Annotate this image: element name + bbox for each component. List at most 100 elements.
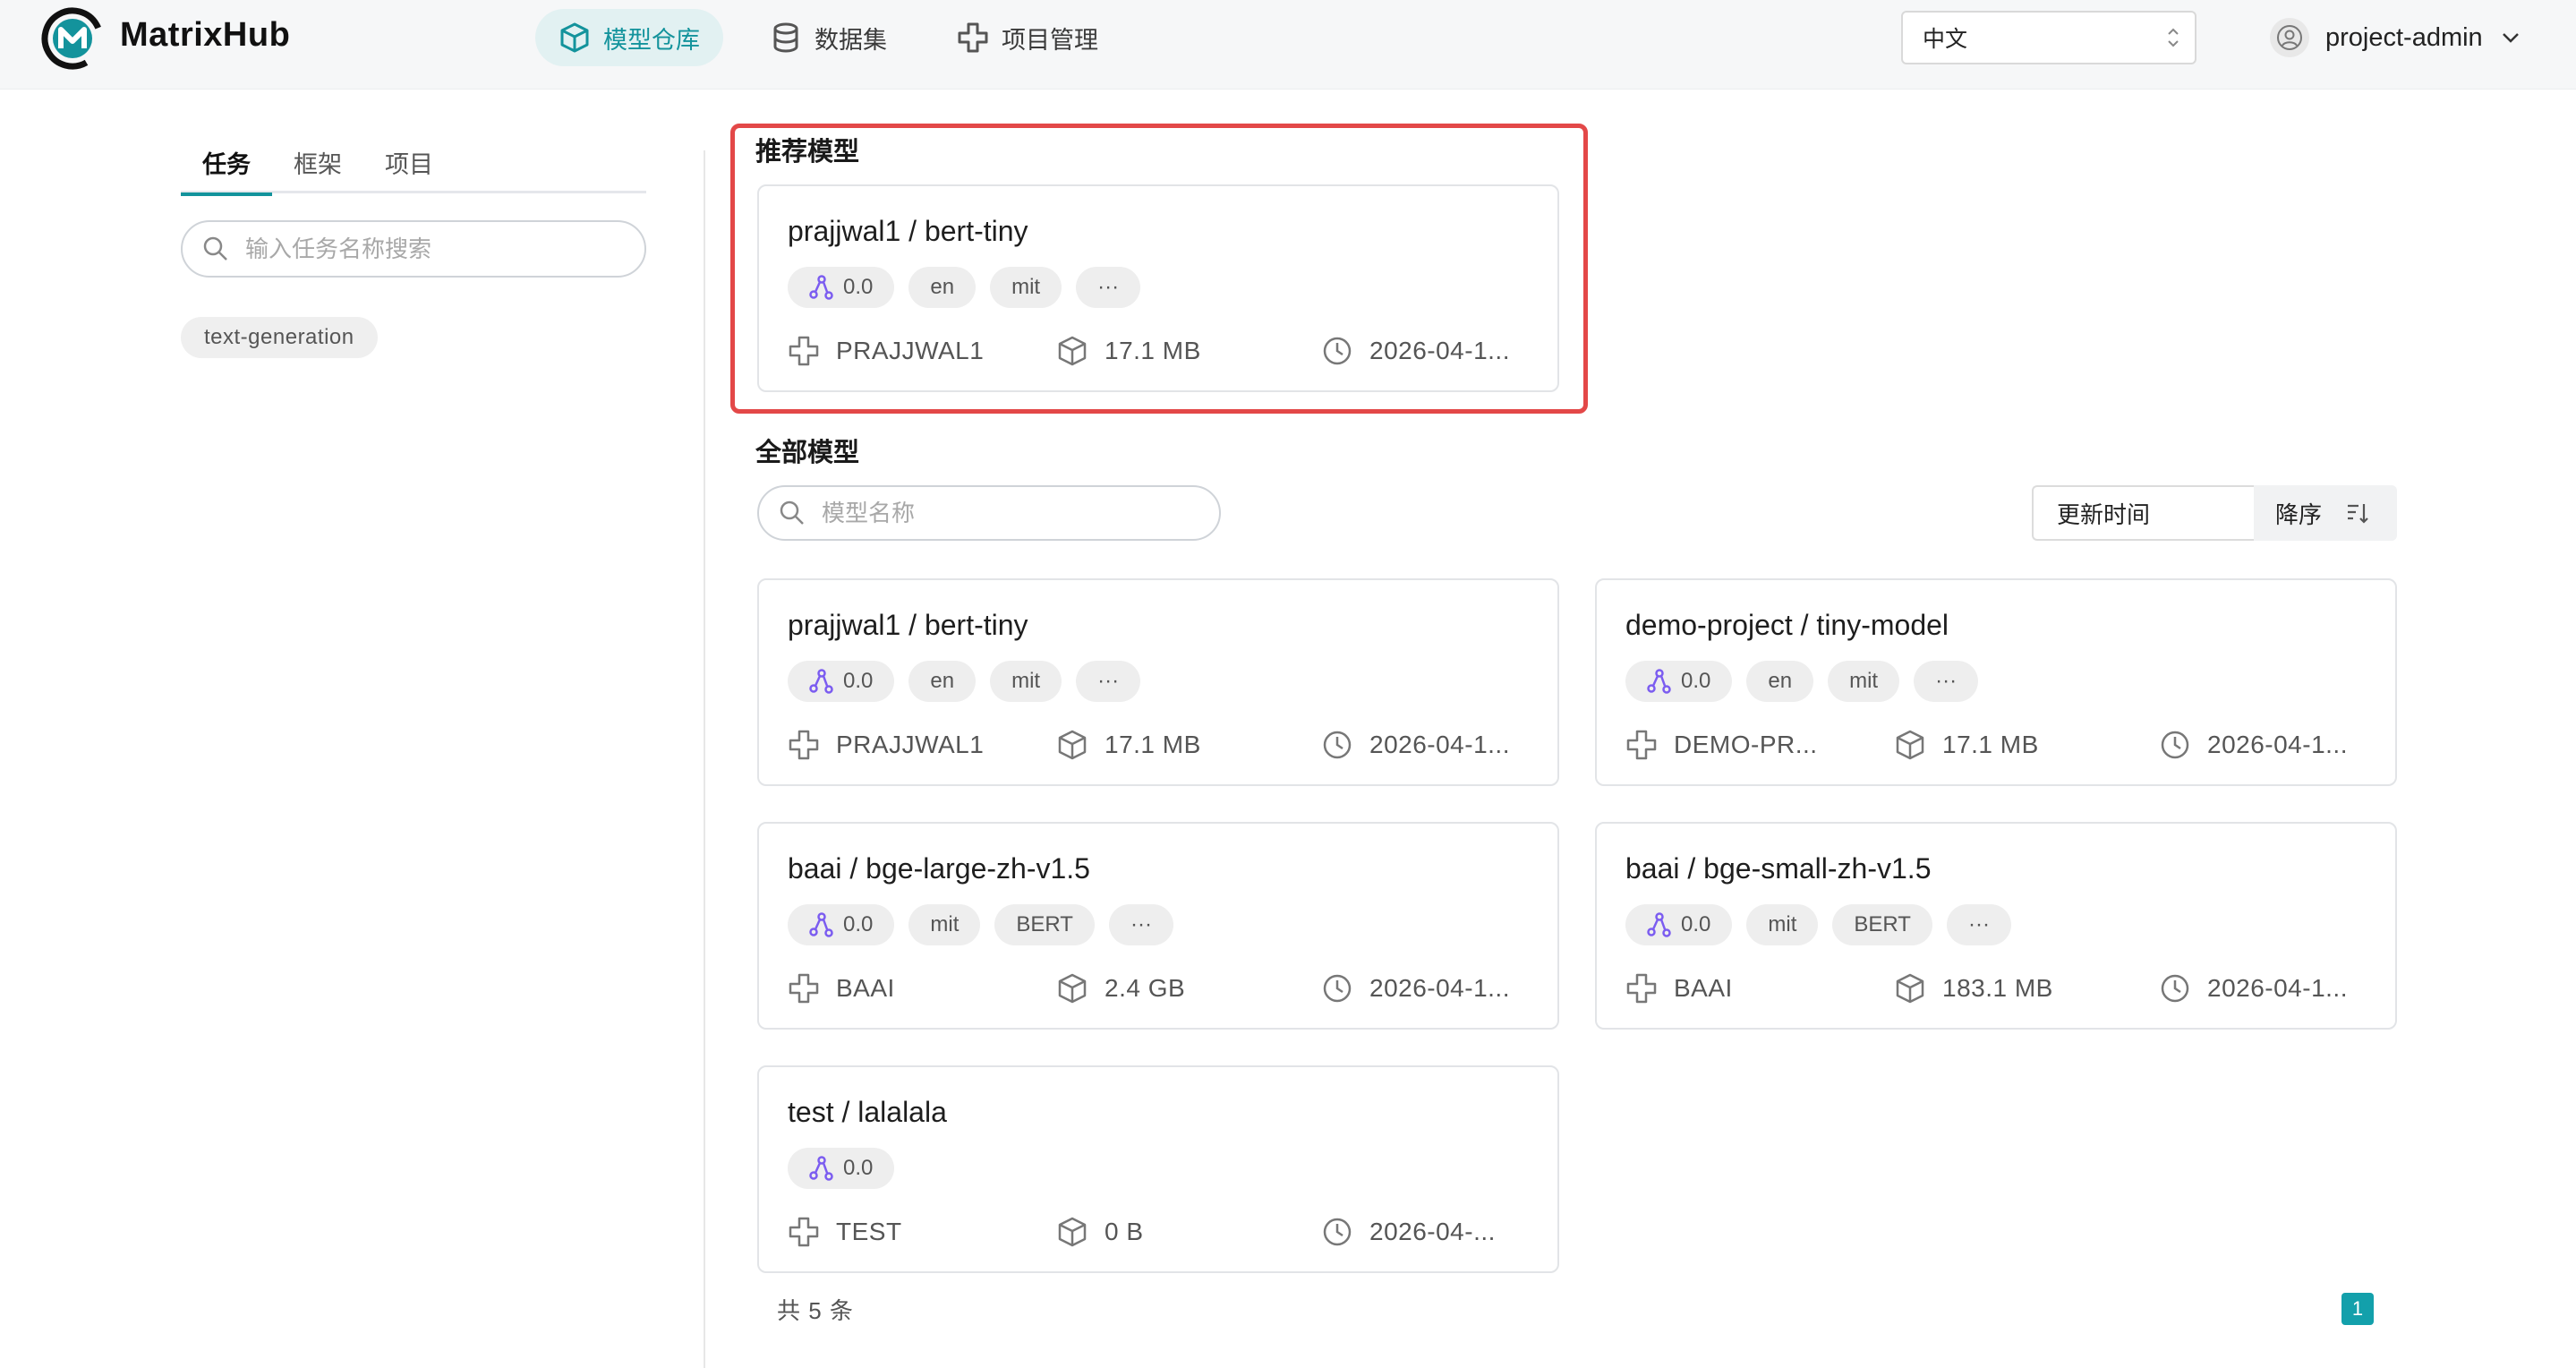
sort-field-select[interactable]: 更新时间: [2032, 485, 2254, 541]
clock-icon: [2161, 974, 2189, 1003]
org-meta: BAAI: [1625, 972, 1733, 1005]
model-title: prajjwal1 / bert-tiny: [788, 609, 1028, 641]
size-meta: 0 B: [1056, 1216, 1144, 1248]
more-tags-pill[interactable]: ···: [1108, 904, 1173, 945]
nav-model-repo[interactable]: 模型仓库: [535, 9, 723, 66]
recommended-model-card[interactable]: prajjwal1 / bert-tiny 0.0 en mit ··· PRA…: [757, 184, 1559, 392]
tag-pill: BERT: [1832, 904, 1932, 945]
divider: [704, 150, 705, 1368]
score-pill: 0.0: [1625, 661, 1733, 702]
updated-date: 2026-04-1...: [1369, 974, 1510, 1002]
project-icon: [958, 22, 988, 53]
model-search[interactable]: [757, 485, 1221, 541]
model-card[interactable]: demo-project / tiny-model 0.0 en mit ···…: [1595, 578, 2397, 786]
model-card[interactable]: baai / bge-large-zh-v1.5 0.0 mit BERT ··…: [757, 822, 1559, 1030]
model-size: 17.1 MB: [1942, 731, 2039, 758]
score-value: 0.0: [1681, 669, 1711, 693]
org-name: BAAI: [836, 974, 895, 1002]
org-meta: PRAJJWAL1: [788, 729, 984, 761]
task-search-input[interactable]: [245, 235, 603, 263]
score-pill: 0.0: [788, 267, 895, 308]
score-pill: 0.0: [1625, 904, 1733, 945]
sort-order-label: 降序: [2275, 500, 2323, 528]
nav-projects[interactable]: 项目管理: [934, 9, 1122, 66]
search-icon: [203, 236, 227, 261]
top-header: MatrixHub 模型仓库 数据集 项目管理 中文 project-admin: [0, 0, 2576, 90]
nav-label: 数据集: [815, 26, 887, 54]
updated-date: 2026-04-...: [1369, 1218, 1496, 1245]
model-size: 17.1 MB: [1105, 337, 1201, 364]
pagination-page-1[interactable]: 1: [2341, 1293, 2374, 1325]
clock-icon: [1323, 974, 1352, 1003]
cube-icon: [560, 22, 589, 53]
tag-pill: BERT: [994, 904, 1095, 945]
size-meta: 17.1 MB: [1056, 335, 1201, 367]
nav-datasets[interactable]: 数据集: [746, 9, 910, 66]
matrixhub-logo[interactable]: [39, 5, 106, 72]
score-pill: 0.0: [788, 661, 895, 702]
cube-icon: [1058, 1217, 1087, 1247]
date-meta: 2026-04-1...: [2159, 729, 2348, 761]
org-name: DEMO-PR...: [1674, 731, 1818, 758]
search-icon: [780, 500, 804, 525]
model-size: 2.4 GB: [1105, 974, 1186, 1002]
tag-pill: mit: [1746, 904, 1819, 945]
tab-framework[interactable]: 框架: [272, 141, 363, 193]
graph-icon: [809, 912, 833, 937]
model-card[interactable]: prajjwal1 / bert-tiny 0.0 en mit ··· PRA…: [757, 578, 1559, 786]
model-title: test / lalalala: [788, 1096, 947, 1128]
more-tags-pill[interactable]: ···: [1076, 267, 1141, 308]
tag-pill: mit: [908, 904, 981, 945]
model-size: 17.1 MB: [1105, 731, 1201, 758]
model-search-input[interactable]: [822, 499, 1180, 527]
graph-icon: [809, 669, 833, 694]
cube-icon: [1896, 973, 1924, 1004]
language-select[interactable]: 中文: [1901, 11, 2196, 64]
project-icon: [1626, 730, 1657, 760]
model-title: prajjwal1 / bert-tiny: [788, 215, 1028, 247]
user-name: project-admin: [2325, 22, 2483, 52]
task-search[interactable]: [181, 220, 646, 278]
model-title: demo-project / tiny-model: [1625, 609, 1949, 641]
model-card[interactable]: test / lalalala 0.0 TEST 0 B 2026-04-...: [757, 1065, 1559, 1273]
more-tags-pill[interactable]: ···: [1914, 661, 1979, 702]
size-meta: 17.1 MB: [1056, 729, 1201, 761]
user-menu[interactable]: project-admin: [2270, 18, 2522, 57]
model-card[interactable]: baai / bge-small-zh-v1.5 0.0 mit BERT ··…: [1595, 822, 2397, 1030]
graph-icon: [1647, 669, 1671, 694]
model-size: 183.1 MB: [1942, 974, 2053, 1002]
tag-row: 0.0 en mit ···: [788, 661, 1141, 702]
chevron-down-icon: [2502, 33, 2519, 43]
tab-task[interactable]: 任务: [181, 141, 272, 196]
main-nav: 模型仓库 数据集 项目管理: [535, 9, 1122, 66]
nav-label: 模型仓库: [603, 26, 700, 54]
total-count: 共 5 条: [777, 1297, 854, 1324]
recommended-title: 推荐模型: [755, 138, 860, 167]
more-tags-pill[interactable]: ···: [1076, 661, 1141, 702]
task-tag-text-generation[interactable]: text-generation: [181, 317, 378, 358]
score-value: 0.0: [1681, 912, 1711, 936]
cube-icon: [1058, 730, 1087, 760]
tab-project[interactable]: 项目: [363, 141, 455, 193]
all-models-title: 全部模型: [755, 439, 860, 467]
tag-pill: mit: [990, 661, 1062, 702]
project-icon: [789, 730, 819, 760]
tag-pill: mit: [990, 267, 1062, 308]
graph-icon: [1647, 912, 1671, 937]
filter-tabs: 任务 框架 项目: [181, 141, 646, 196]
graph-icon: [809, 275, 833, 300]
tag-row: 0.0 mit BERT ···: [788, 904, 1173, 945]
tag-row: 0.0 en mit ···: [1625, 661, 1979, 702]
org-name: PRAJJWAL1: [836, 337, 985, 364]
more-tags-pill[interactable]: ···: [1946, 904, 2011, 945]
sort-order-toggle[interactable]: 降序: [2254, 485, 2397, 541]
org-name: BAAI: [1674, 974, 1733, 1002]
date-meta: 2026-04-1...: [1321, 335, 1510, 367]
org-name: TEST: [836, 1218, 902, 1245]
cube-icon: [1058, 336, 1087, 366]
updated-date: 2026-04-1...: [2207, 731, 2348, 758]
updated-date: 2026-04-1...: [1369, 731, 1510, 758]
tag-row: 0.0 mit BERT ···: [1625, 904, 2011, 945]
size-meta: 183.1 MB: [1894, 972, 2053, 1005]
tag-pill: en: [908, 661, 977, 702]
